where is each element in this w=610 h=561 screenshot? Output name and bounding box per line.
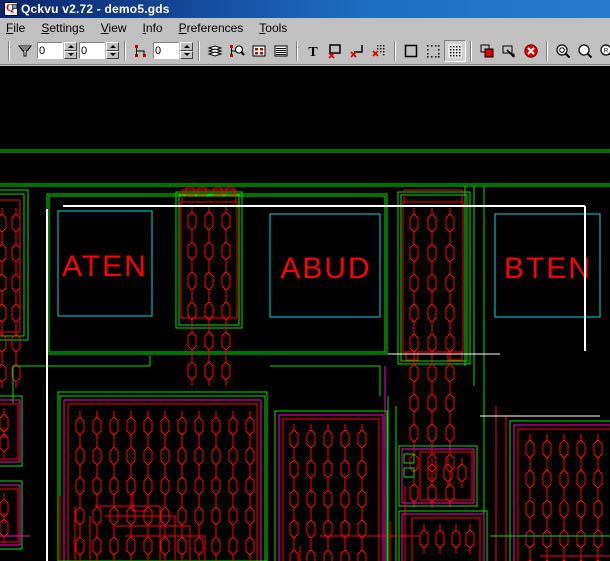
menu-item-view[interactable]: View [101, 21, 127, 35]
app-icon: Q [4, 2, 18, 16]
cell-label-abud: ABUD [280, 252, 371, 285]
zoom-out-icon[interactable] [574, 39, 596, 62]
toolbar-separator [546, 40, 548, 61]
depth-spinner-1[interactable] [37, 42, 77, 59]
svg-text:T: T [308, 45, 318, 59]
hierarchy-search-icon[interactable] [226, 39, 248, 62]
zoom-region-icon[interactable]: R [596, 39, 610, 62]
menu-item-settings[interactable]: Settings [41, 21, 84, 35]
menu-label-settings: ettings [49, 20, 85, 35]
toolbar: T [0, 37, 610, 65]
cell-label-bten: BTEN [504, 252, 592, 285]
cell-array-icon[interactable] [248, 39, 270, 62]
depth-spinner-1-down[interactable] [64, 50, 77, 59]
menu-label-preferences: references [186, 20, 244, 35]
toolbar-separator [198, 40, 200, 61]
depth-spinner-2-down[interactable] [106, 50, 119, 59]
menu-item-info[interactable]: Info [143, 21, 163, 35]
depth-spinner-1-up[interactable] [64, 42, 77, 51]
fill-solid-icon[interactable] [400, 39, 422, 62]
list-lines-icon[interactable] [270, 39, 292, 62]
menu-item-file[interactable]: File [6, 21, 25, 35]
layout-canvas[interactable]: ATEN ABUD BTEN [0, 66, 610, 561]
zoom-in-icon[interactable] [552, 39, 574, 62]
fill-dense-dots-icon[interactable] [444, 39, 466, 62]
cell-label-aten: ATEN [62, 250, 148, 283]
toolbar-separator [124, 40, 126, 61]
menu-label-tools: ools [265, 20, 288, 35]
fill-sparse-dots-icon[interactable] [422, 39, 444, 62]
layers-stack-icon[interactable] [204, 39, 226, 62]
toolbar-separator [470, 40, 472, 61]
hierarchy-spinner-down[interactable] [180, 50, 193, 59]
hierarchy-spinner-up[interactable] [180, 42, 193, 51]
toolbar-separator [296, 40, 298, 61]
hierarchy-nodes-icon[interactable] [130, 39, 152, 62]
qckvu-main-window: Q Qckvu v2.72 - demo5.gds File Settings … [0, 0, 610, 561]
menu-item-preferences[interactable]: Preferences [179, 21, 244, 35]
depth-spinner-2-up[interactable] [106, 42, 119, 51]
window-title: Qckvu v2.72 - demo5.gds [21, 2, 170, 16]
hide-polyline-icon[interactable] [346, 39, 368, 62]
copy-paste-icon[interactable] [476, 39, 498, 62]
depth-spinner-2[interactable] [79, 42, 119, 59]
depth-input-1[interactable] [37, 42, 63, 59]
filter-funnel-icon[interactable] [14, 39, 36, 62]
menu-label-info: nfo [145, 20, 163, 35]
hide-box-icon[interactable] [324, 39, 346, 62]
toolbar-separator [394, 40, 396, 61]
menu-label-view: iew [108, 20, 127, 35]
menu-bar: File Settings View Info Preferences Tool… [0, 18, 610, 37]
menu-item-tools[interactable]: Tools [259, 21, 287, 35]
hide-dots-icon[interactable] [368, 39, 390, 62]
stop-cancel-icon[interactable] [520, 39, 542, 62]
hierarchy-input[interactable] [153, 42, 179, 59]
menu-label-file: ile [13, 20, 26, 35]
hierarchy-spinner[interactable] [153, 42, 193, 59]
svg-text:R: R [604, 48, 609, 54]
text-tool-icon[interactable]: T [302, 39, 324, 62]
depth-input-2[interactable] [79, 42, 105, 59]
title-bar: Q Qckvu v2.72 - demo5.gds [0, 0, 610, 18]
measure-pointer-icon[interactable] [498, 39, 520, 62]
toolbar-separator [8, 40, 10, 61]
